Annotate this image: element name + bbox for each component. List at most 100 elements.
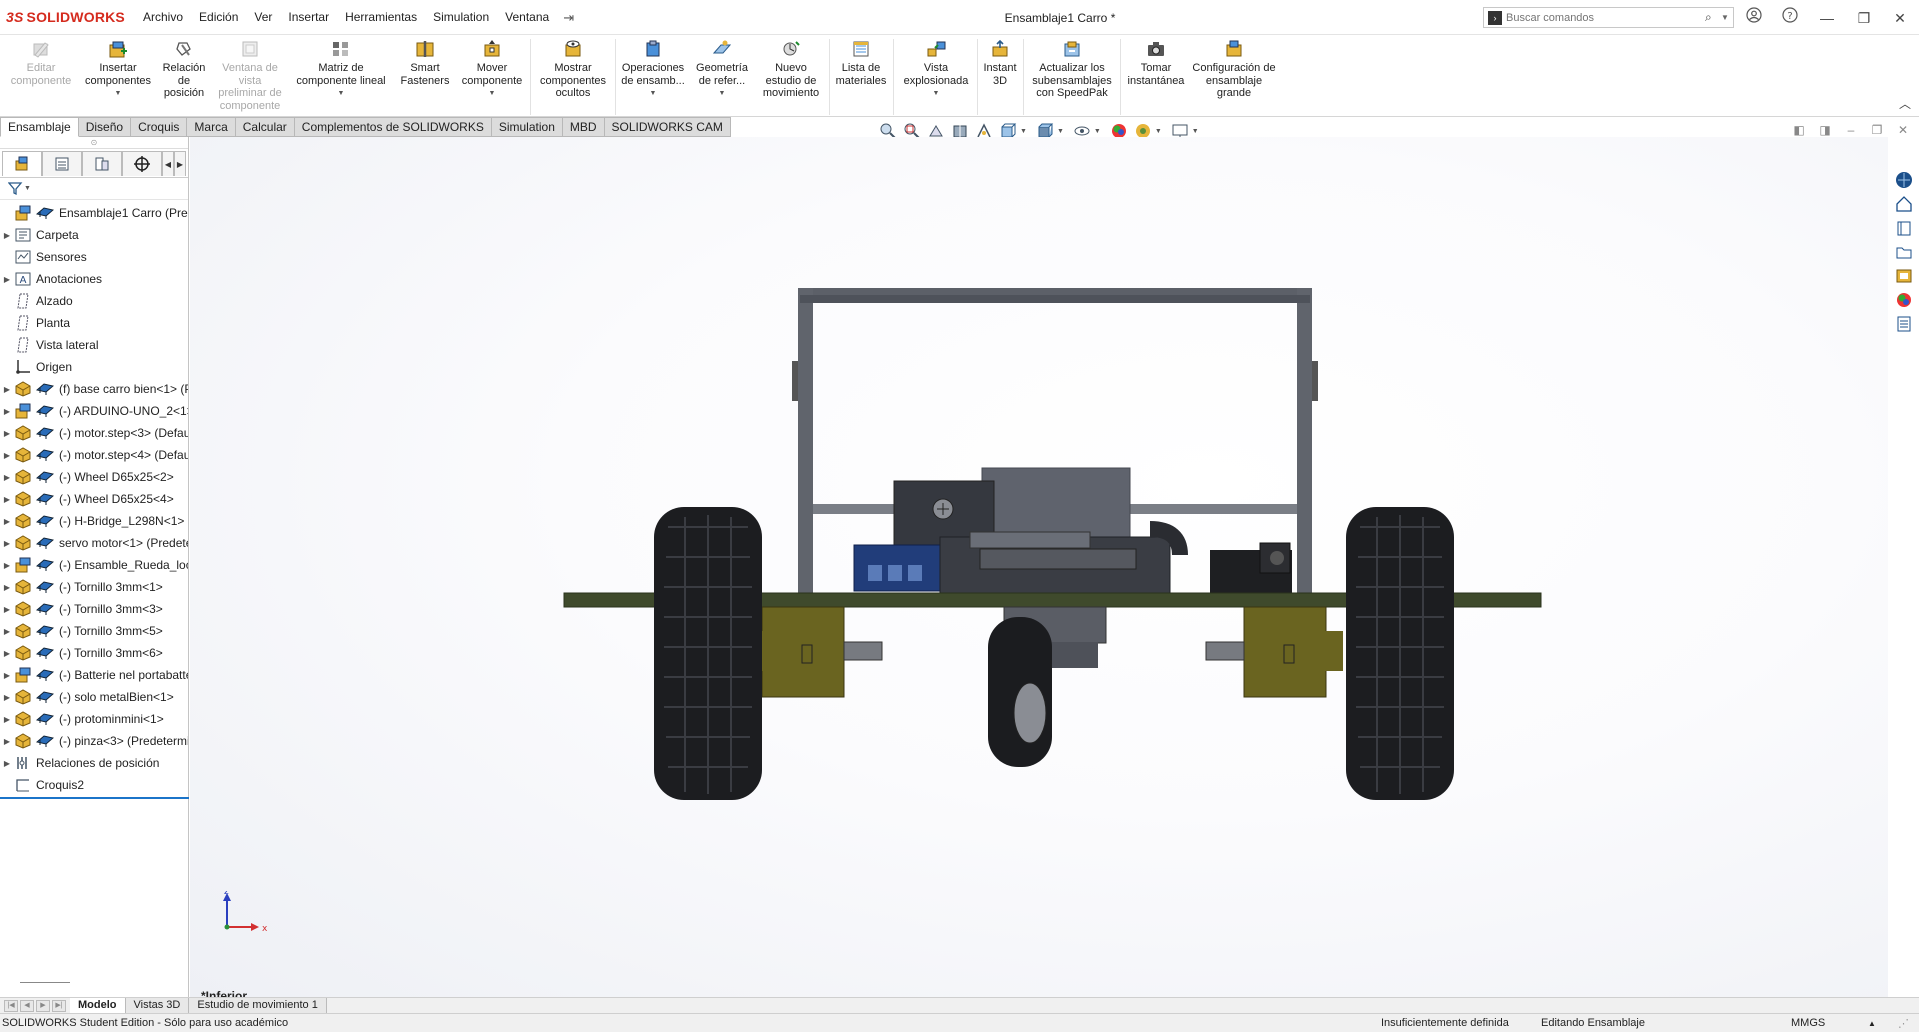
tree-item-servo-motor[interactable]: ▶ servo motor<1> (Predeterminado) [0, 532, 188, 554]
tree-item-h-bridge[interactable]: ▶ (-) H-Bridge_L298N<1> [0, 510, 188, 532]
tab-featuremanager[interactable] [2, 151, 42, 176]
expand-arrow-icon[interactable]: ▶ [0, 451, 14, 460]
tree-item-origen[interactable]: Origen [0, 356, 188, 378]
nuevo-estudio-movimiento-button[interactable]: Nuevo estudio de movimiento [757, 39, 825, 100]
tree-item-wheel-2[interactable]: ▶ (-) Wheel D65x25<2> [0, 466, 188, 488]
prev-tab-icon[interactable]: ◀ [20, 999, 34, 1012]
smart-fasteners-button[interactable]: Smart Fasteners [396, 39, 454, 87]
expand-arrow-icon[interactable]: ▶ [0, 473, 14, 482]
custom-properties-icon[interactable] [1893, 313, 1915, 335]
insertar-componentes-button[interactable]: Insertar componentes ▼ [82, 39, 154, 101]
chevron-right-icon[interactable]: ▶ [174, 151, 186, 176]
editar-componente-button[interactable]: Editar componente [6, 39, 76, 87]
menu-insertar[interactable]: Insertar [280, 0, 337, 35]
expand-arrow-icon[interactable]: ▶ [0, 539, 14, 548]
tree-item-croquis2[interactable]: Croquis2 [0, 774, 188, 796]
ventana-vista-preliminar-button[interactable]: Ventana de vista preliminar de component… [215, 39, 285, 112]
close-icon[interactable]: ✕ [1889, 7, 1911, 29]
home-icon[interactable] [1893, 193, 1915, 215]
relacion-posicion-button[interactable]: Relación de posición [158, 39, 210, 100]
vista-explosionada-button[interactable]: Vista explosionada ▼ [896, 39, 976, 101]
tree-item-vista-lateral[interactable]: Vista lateral [0, 334, 188, 356]
left-wheel[interactable] [654, 507, 762, 800]
graphics-area[interactable]: z x *Inferior [190, 137, 1888, 1001]
chevron-down-icon[interactable]: ▼ [1057, 128, 1064, 135]
expand-arrow-icon[interactable]: ▶ [0, 737, 14, 746]
tab-complementos[interactable]: Complementos de SOLIDWORKS [294, 117, 492, 137]
chevron-left-icon[interactable]: ◀ [162, 151, 174, 176]
menu-simulation[interactable]: Simulation [425, 0, 497, 35]
tab-vistas-3d[interactable]: Vistas 3D [125, 997, 190, 1014]
tree-item-planta[interactable]: Planta [0, 312, 188, 334]
expand-arrow-icon[interactable]: ▶ [0, 649, 14, 658]
expand-arrow-icon[interactable]: ▶ [0, 715, 14, 724]
expand-arrow-icon[interactable]: ▶ [0, 407, 14, 416]
expand-arrow-icon[interactable]: ▶ [0, 231, 14, 240]
expand-arrow-icon[interactable]: ▶ [0, 693, 14, 702]
mover-componente-button[interactable]: Mover componente ▼ [458, 39, 526, 101]
solidworks-resources-icon[interactable] [1893, 169, 1915, 191]
tree-item-ensamble-rueda[interactable]: ▶ (-) Ensamble_Rueda_loca<1> [0, 554, 188, 576]
minimize-icon[interactable]: — [1816, 7, 1838, 29]
mostrar-componentes-ocultos-button[interactable]: Mostrar componentes ocultos [535, 39, 611, 100]
tree-item-batterie[interactable]: ▶ (-) Batterie nel portabatterie<1> [0, 664, 188, 686]
tab-dimxpertmanager[interactable] [122, 151, 162, 176]
tab-propertymanager[interactable] [42, 151, 82, 176]
tab-ensamblaje[interactable]: Ensamblaje [0, 117, 79, 137]
chevron-down-icon[interactable]: ▼ [24, 185, 31, 192]
viewport-tile-left-icon[interactable]: ◧ [1786, 123, 1812, 137]
tree-item-sensores[interactable]: Sensores [0, 246, 188, 268]
tree-item-tornillo-1[interactable]: ▶ (-) Tornillo 3mm<1> [0, 576, 188, 598]
lista-materiales-button[interactable]: Lista de materiales [832, 39, 890, 87]
search-box[interactable]: › ⌕ ▼ [1483, 7, 1734, 28]
tree-item-root[interactable]: Ensamblaje1 Carro (Predeterminado<Estado… [0, 202, 188, 224]
first-tab-icon[interactable]: |◀ [4, 999, 18, 1012]
file-explorer-icon[interactable] [1893, 241, 1915, 263]
tab-mbd[interactable]: MBD [562, 117, 605, 137]
search-input[interactable] [1506, 11, 1705, 24]
last-tab-icon[interactable]: ▶| [52, 999, 66, 1012]
tree-item-protominmini[interactable]: ▶ (-) protominmini<1> [0, 708, 188, 730]
expand-arrow-icon[interactable]: ▶ [0, 517, 14, 526]
left-motor[interactable] [761, 606, 845, 698]
menu-ver[interactable]: Ver [246, 0, 280, 35]
viewport-tile-right-icon[interactable]: ◨ [1812, 123, 1838, 137]
assembly-model[interactable] [190, 137, 1888, 1001]
menu-edicion[interactable]: Edición [191, 0, 246, 35]
viewport-restore-icon[interactable]: ❐ [1864, 123, 1890, 137]
chevron-down-icon[interactable]: ▼ [292, 88, 390, 101]
pin-icon[interactable]: ⇥ [557, 10, 580, 26]
viewport-close-icon[interactable]: ✕ [1890, 123, 1916, 137]
chevron-down-icon[interactable]: ▼ [458, 88, 526, 101]
expand-arrow-icon[interactable]: ▶ [0, 561, 14, 570]
tab-simulation[interactable]: Simulation [491, 117, 563, 137]
chevron-down-icon[interactable]: ▼ [618, 88, 688, 101]
menu-ventana[interactable]: Ventana [497, 0, 557, 35]
tree-item-relaciones-posicion[interactable]: ▶ Relaciones de posición [0, 752, 188, 774]
design-library-icon[interactable] [1893, 217, 1915, 239]
appearances-icon[interactable] [1893, 289, 1915, 311]
tree-item-anotaciones[interactable]: ▶ A Anotaciones [0, 268, 188, 290]
chevron-up-icon[interactable]: ▲ [1868, 1019, 1876, 1028]
geometria-referencia-button[interactable]: Geometría de refer... ▼ [692, 39, 752, 101]
tree-item-base-carro[interactable]: ▶ (f) base carro bien<1> (Predeterminado) [0, 378, 188, 400]
tree-item-wheel-4[interactable]: ▶ (-) Wheel D65x25<4> [0, 488, 188, 510]
chevron-down-icon[interactable]: ▼ [1094, 128, 1101, 135]
expand-arrow-icon[interactable]: ▶ [0, 275, 14, 284]
tomar-instantanea-button[interactable]: Tomar instantánea [1124, 39, 1188, 87]
matriz-componente-lineal-button[interactable]: Matriz de componente lineal ▼ [292, 39, 390, 101]
tree-item-tornillo-6[interactable]: ▶ (-) Tornillo 3mm<6> [0, 642, 188, 664]
menu-herramientas[interactable]: Herramientas [337, 0, 425, 35]
chevron-down-icon[interactable]: ▼ [1020, 128, 1027, 135]
expand-arrow-icon[interactable]: ▶ [0, 429, 14, 438]
right-wheel[interactable] [1346, 507, 1454, 800]
tree-item-carpeta[interactable]: ▶ Carpeta [0, 224, 188, 246]
tab-marca[interactable]: Marca [187, 117, 236, 137]
tree-item-tornillo-3[interactable]: ▶ (-) Tornillo 3mm<3> [0, 598, 188, 620]
expand-arrow-icon[interactable]: ▶ [0, 495, 14, 504]
chevron-down-icon[interactable]: ▼ [896, 88, 976, 101]
chevron-down-icon[interactable]: ▼ [1192, 128, 1199, 135]
search-icon[interactable]: ⌕ [1705, 10, 1721, 25]
tree-item-solo-metal[interactable]: ▶ (-) solo metalBien<1> [0, 686, 188, 708]
chevron-down-icon[interactable]: ▼ [82, 88, 154, 101]
